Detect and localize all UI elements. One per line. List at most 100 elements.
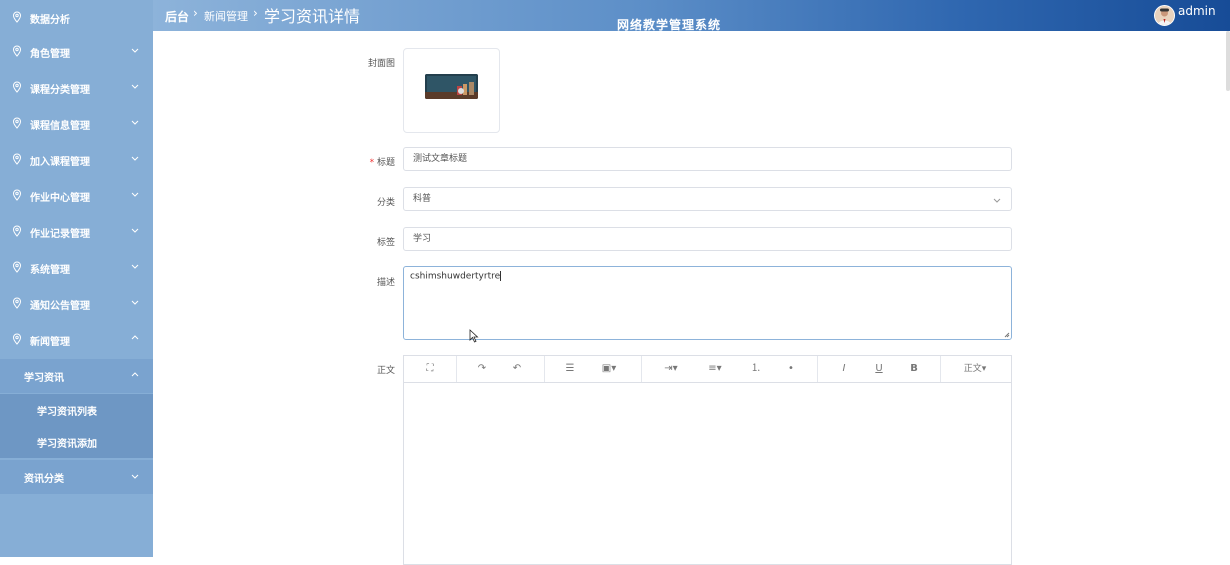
divider-line-icon[interactable]: ☰ <box>562 361 578 377</box>
location-pin-icon <box>12 225 22 237</box>
redo-icon[interactable]: ↷ <box>474 361 490 377</box>
location-pin-icon <box>12 333 22 345</box>
description-label: 描述 <box>376 278 395 288</box>
chevron-down-icon <box>131 156 139 161</box>
required-asterisk: * <box>369 158 377 168</box>
sidebar-item-label: 数据分析 <box>30 14 70 26</box>
sidebar-item-notice-management[interactable]: 通知公告管理 <box>0 286 153 322</box>
sidebar-item-course-category[interactable]: 课程分类管理 <box>0 70 153 106</box>
sidebar-subgroup-label: 资讯分类 <box>24 473 64 485</box>
mouse-cursor-icon <box>469 329 479 343</box>
cover-label: 封面图 <box>367 59 395 69</box>
toolbar-divider <box>641 356 642 382</box>
category-selected-value: 科普 <box>413 194 432 204</box>
breadcrumb-separator-icon: › <box>193 6 198 20</box>
sidebar-item-homework-records[interactable]: 作业记录管理 <box>0 214 153 250</box>
align-icon[interactable]: ≡▾ <box>704 361 726 377</box>
chevron-down-icon <box>131 84 139 89</box>
username[interactable]: admin <box>1178 4 1216 18</box>
page-scrollbar[interactable] <box>1226 31 1230 91</box>
sidebar-item-join-course[interactable]: 加入课程管理 <box>0 142 153 178</box>
cover-image-uploader[interactable] <box>403 48 500 133</box>
location-pin-icon <box>12 297 22 309</box>
sidebar-leaf-label: 学习资讯添加 <box>37 438 97 450</box>
sidebar-item-label: 课程信息管理 <box>30 120 90 132</box>
chevron-down-icon <box>131 300 139 305</box>
resize-handle-icon[interactable] <box>1004 332 1010 338</box>
toolbar-divider <box>544 356 545 382</box>
chevron-down-icon <box>131 120 139 125</box>
sidebar-item-label: 系统管理 <box>30 264 70 276</box>
sidebar-leaf-label: 学习资讯列表 <box>37 406 97 418</box>
sidebar-leaf-study-news-add[interactable]: 学习资讯添加 <box>0 426 153 458</box>
title-input[interactable]: 测试文章标题 <box>403 147 1012 171</box>
sidebar-item-label: 作业记录管理 <box>30 228 90 240</box>
ordered-list-icon[interactable]: ⒈ <box>748 361 764 377</box>
sidebar-item-label: 课程分类管理 <box>30 84 90 96</box>
location-pin-icon <box>12 153 22 165</box>
sidebar-item-course-info[interactable]: 课程信息管理 <box>0 106 153 142</box>
location-pin-icon <box>12 261 22 273</box>
classroom-blackboard-image <box>425 74 478 99</box>
description-textarea[interactable]: cshimshuwdertyrtre <box>403 266 1012 340</box>
chevron-down-icon <box>131 474 139 479</box>
location-pin-icon <box>12 45 22 57</box>
text-caret <box>500 271 502 281</box>
chevron-down-icon <box>131 264 139 269</box>
category-label: 分类 <box>376 198 395 208</box>
description-value: cshimshuwdertyrtre <box>410 271 501 282</box>
chevron-down-icon <box>131 228 139 233</box>
location-pin-icon <box>12 189 22 201</box>
sidebar-subgroup-label: 学习资讯 <box>24 372 64 384</box>
sidebar-subgroup-news-category[interactable]: 资讯分类 <box>0 460 153 494</box>
sidebar-item-news-management[interactable]: 新闻管理 <box>0 322 153 358</box>
chevron-up-icon <box>131 372 139 377</box>
sidebar-item-system-management[interactable]: 系统管理 <box>0 250 153 286</box>
sidebar-item-label: 通知公告管理 <box>30 300 90 312</box>
sidebar-leaf-study-news-list[interactable]: 学习资讯列表 <box>0 394 153 426</box>
sidebar-item-role-management[interactable]: 角色管理 <box>0 34 153 70</box>
breadcrumb-separator-icon: › <box>253 6 258 20</box>
indent-icon[interactable]: ⇥▾ <box>660 361 682 377</box>
chevron-up-icon <box>131 335 139 340</box>
tags-label: 标签 <box>376 238 395 248</box>
user-avatar-icon <box>1155 6 1174 25</box>
italic-icon[interactable]: I <box>836 361 852 377</box>
editor-toolbar: ⛶ ↷ ↶ ☰ ▣▾ ⇥▾ ≡▾ ⒈ • I U B 正文▾ <box>404 356 1011 383</box>
page-title: 学习资讯详情 <box>264 7 361 26</box>
avatar[interactable] <box>1154 5 1175 26</box>
title-label: * 标题 <box>369 158 395 168</box>
sidebar-item-homework-center[interactable]: 作业中心管理 <box>0 178 153 214</box>
sidebar-item-label: 角色管理 <box>30 48 70 60</box>
body-label: 正文 <box>376 366 395 376</box>
chevron-down-icon <box>993 198 1001 203</box>
bullet-list-icon[interactable]: • <box>783 361 799 377</box>
category-select[interactable]: 科普 <box>403 187 1012 211</box>
location-pin-icon <box>12 11 22 23</box>
undo-icon[interactable]: ↶ <box>509 361 525 377</box>
chevron-down-icon <box>131 192 139 197</box>
toolbar-divider <box>456 356 457 382</box>
location-pin-icon <box>12 117 22 129</box>
underline-icon[interactable]: U <box>871 361 887 377</box>
bold-icon[interactable]: B <box>906 361 922 377</box>
breadcrumb-news-management[interactable]: 新闻管理 <box>204 8 248 24</box>
sidebar-item-label: 作业中心管理 <box>30 192 90 204</box>
top-header: 后台 › 新闻管理 › 学习资讯详情 网络教学管理系统 admin <box>153 0 1230 32</box>
sidebar-item-label: 新闻管理 <box>30 336 70 348</box>
system-title: 网络教学管理系统 <box>617 18 722 32</box>
sidebar-item-data-analysis[interactable]: 数据分析 <box>0 0 153 36</box>
sidebar-item-label: 加入课程管理 <box>30 156 90 168</box>
toolbar-divider <box>940 356 941 382</box>
paragraph-style-dropdown[interactable]: 正文▾ <box>960 361 990 377</box>
sidebar: 数据分析 角色管理 课程分类管理 课程信息管理 加入课程管理 作业中心管理 作业… <box>0 0 153 557</box>
tags-input[interactable]: 学习 <box>403 227 1012 251</box>
toolbar-divider <box>817 356 818 382</box>
fullscreen-icon[interactable]: ⛶ <box>422 361 438 377</box>
chevron-down-icon <box>131 48 139 53</box>
image-icon[interactable]: ▣▾ <box>598 361 620 377</box>
rich-text-editor[interactable]: ⛶ ↷ ↶ ☰ ▣▾ ⇥▾ ≡▾ ⒈ • I U B 正文▾ <box>403 355 1012 565</box>
location-pin-icon <box>12 81 22 93</box>
breadcrumb-root[interactable]: 后台 <box>165 8 189 25</box>
sidebar-subgroup-study-news[interactable]: 学习资讯 <box>0 359 153 393</box>
